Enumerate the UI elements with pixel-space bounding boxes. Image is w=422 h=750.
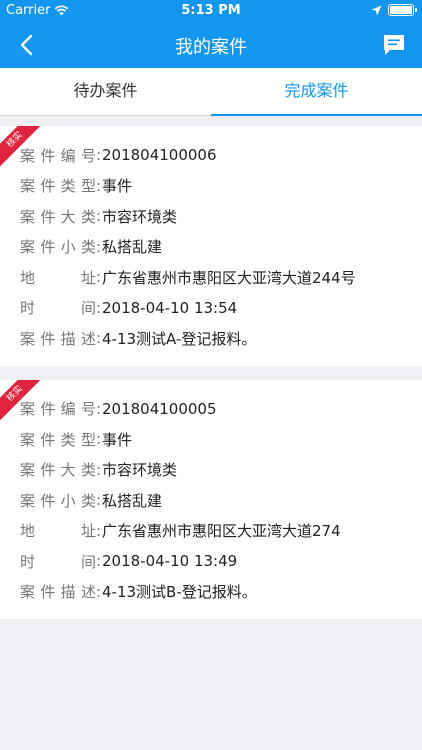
field-label: 案件大类 <box>20 207 96 226</box>
field-value: 广东省惠州市惠阳区大亚湾大道274 <box>102 522 341 541</box>
case-category-row: 案件大类: 市容环境类 <box>20 207 178 226</box>
field-label: 案件描述 <box>20 329 96 348</box>
tab-pending[interactable]: 待办案件 <box>0 68 211 115</box>
location-arrow-icon <box>371 5 382 15</box>
status-right <box>371 4 417 16</box>
field-value: 2018-04-10 13:54 <box>102 298 238 317</box>
field-value: 2018-04-10 13:49 <box>102 552 238 571</box>
tab-bar: 待办案件 完成案件 <box>0 68 422 116</box>
case-card[interactable]: 核实 案件编号: 201804100006 案件类型: 事件 案件大类: 市容环… <box>0 126 422 366</box>
field-value: 市容环境类 <box>102 461 178 480</box>
field-label: 案件描述 <box>20 583 96 602</box>
case-category-row: 案件大类: 市容环境类 <box>20 460 178 480</box>
field-label: 地址 <box>20 522 96 541</box>
case-subcategory-row: 案件小类: 私搭乱建 <box>20 491 163 510</box>
case-address-row: 地址: 广东省惠州市惠阳区大亚湾大道244号 <box>20 268 356 287</box>
battery-level <box>390 6 412 14</box>
case-card[interactable]: 核实 案件编号: 201804100005 案件类型: 事件 案件大类: 市容环… <box>0 379 422 619</box>
case-subcategory-row: 案件小类: 私搭乱建 <box>20 237 163 257</box>
field-value: 私搭乱建 <box>102 238 163 257</box>
field-value: 4-13测试B-登记报料。 <box>102 583 257 602</box>
tab-completed[interactable]: 完成案件 <box>211 68 422 116</box>
field-value: 事件 <box>102 177 133 196</box>
message-icon[interactable] <box>382 33 406 57</box>
field-label: 时间 <box>20 552 96 571</box>
field-label: 地址 <box>20 268 96 287</box>
field-value: 市容环境类 <box>102 207 178 226</box>
field-value: 事件 <box>102 430 133 449</box>
case-time-row: 时间: 2018-04-10 13:49 <box>20 552 238 571</box>
case-address-row: 地址: 广东省惠州市惠阳区大亚湾大道274 <box>20 521 341 541</box>
battery-icon <box>388 4 417 16</box>
case-type-row: 案件类型: 事件 <box>20 430 133 449</box>
field-label: 案件编号 <box>20 400 96 419</box>
case-number-row: 案件编号: 201804100005 <box>20 399 217 419</box>
field-label: 案件类型 <box>20 177 96 196</box>
field-label: 案件大类 <box>20 461 96 480</box>
field-label: 案件小类 <box>20 491 96 510</box>
field-value: 广东省惠州市惠阳区大亚湾大道244号 <box>102 268 356 287</box>
field-label: 案件类型 <box>20 430 96 449</box>
field-label: 案件小类 <box>20 238 96 257</box>
page-title: 我的案件 <box>175 37 247 58</box>
status-bar: Carrier 5:13 PM <box>0 0 422 22</box>
field-value: 4-13测试A-登记报料。 <box>102 329 257 348</box>
case-type-row: 案件类型: 事件 <box>20 176 133 196</box>
app-header: Carrier 5:13 PM 我的案件 <box>0 0 422 68</box>
nav-bar: 我的案件 <box>0 22 422 68</box>
field-value: 私搭乱建 <box>102 491 163 510</box>
field-label: 案件编号 <box>20 146 96 165</box>
case-time-row: 时间: 2018-04-10 13:54 <box>20 298 238 318</box>
case-list: 核实 案件编号: 201804100006 案件类型: 事件 案件大类: 市容环… <box>0 126 422 633</box>
case-description-row: 案件描述: 4-13测试A-登记报料。 <box>20 329 257 348</box>
case-description-row: 案件描述: 4-13测试B-登记报料。 <box>20 582 257 602</box>
case-number-row: 案件编号: 201804100006 <box>20 146 217 165</box>
field-value: 201804100006 <box>102 146 217 165</box>
field-value: 201804100005 <box>102 399 217 418</box>
status-time: 5:13 PM <box>181 3 241 18</box>
field-label: 时间 <box>20 299 96 318</box>
